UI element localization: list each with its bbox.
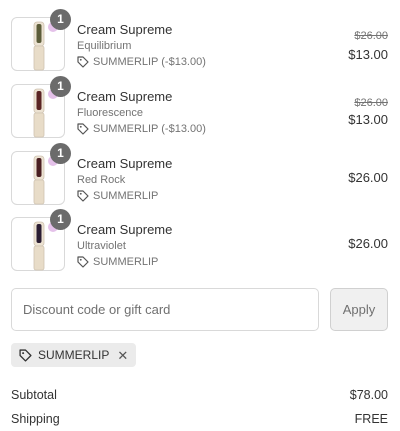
item-discount-label: SUMMERLIP [93,256,159,268]
subtotal-row: Subtotal $78.00 [11,388,388,406]
discount-code-input[interactable] [11,288,319,331]
applied-discount-code: SUMMERLIP [38,348,110,362]
original-price: $26.00 [354,97,388,109]
item-discount-label: SUMMERLIP (-$13.00) [93,56,206,68]
line-item: 1 Cream Supreme Red Rock SUMMERLIP $26.0… [0,143,400,213]
tag-icon [19,348,32,362]
product-name: Cream Supreme [77,89,173,104]
product-name: Cream Supreme [77,222,173,237]
tag-icon [77,56,89,68]
quantity-badge: 1 [50,143,71,164]
applied-discount-chip: SUMMERLIP ✕ [11,343,137,367]
quantity-badge: 1 [50,209,71,230]
shipping-row: Shipping FREE [11,412,388,430]
item-price: $13.00 [348,112,388,127]
tag-icon [77,190,89,202]
line-item: 1 Cream Supreme Fluorescence SUMMERLIP (… [0,76,400,146]
item-price: $26.00 [348,170,388,185]
item-discount-label: SUMMERLIP [93,190,159,202]
close-icon[interactable]: ✕ [117,349,128,362]
product-variant: Equilibrium [77,40,132,52]
product-variant: Fluorescence [77,107,144,119]
product-name: Cream Supreme [77,22,173,37]
product-variant: Ultraviolet [77,240,126,252]
apply-button[interactable]: Apply [330,288,388,331]
item-discount: SUMMERLIP (-$13.00) [77,123,206,135]
original-price: $26.00 [354,30,388,42]
quantity-badge: 1 [50,76,71,97]
shipping-value: FREE [354,412,388,426]
subtotal-label: Subtotal [11,388,57,402]
line-item: 1 Cream Supreme Equilibrium SUMMERLIP (-… [0,9,400,79]
tag-icon [77,256,89,268]
item-discount: SUMMERLIP [77,256,158,268]
quantity-badge: 1 [50,9,71,30]
item-price: $26.00 [348,236,388,251]
item-discount: SUMMERLIP (-$13.00) [77,56,206,68]
item-price: $13.00 [348,47,388,62]
product-variant: Red Rock [77,174,126,186]
shipping-label: Shipping [11,412,60,426]
item-discount: SUMMERLIP [77,190,158,202]
item-discount-label: SUMMERLIP (-$13.00) [93,123,206,135]
tag-icon [77,123,89,135]
line-item: 1 Cream Supreme Ultraviolet SUMMERLIP $2… [0,209,400,279]
product-name: Cream Supreme [77,156,173,171]
subtotal-value: $78.00 [349,388,388,402]
